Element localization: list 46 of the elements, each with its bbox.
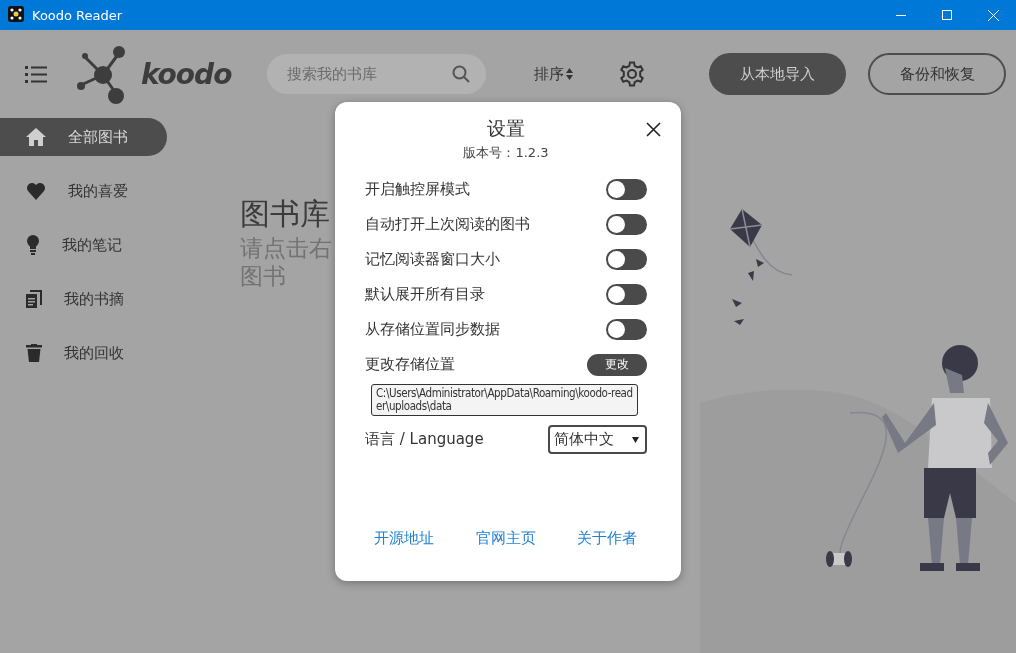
dialog-title: 设置 [487, 116, 525, 141]
home-icon [26, 128, 46, 146]
search-icon [452, 65, 471, 83]
footer-link[interactable]: 开源地址 [374, 529, 434, 548]
footer-link[interactable]: 关于作者 [577, 529, 637, 548]
empty-library-title: 图书库 [240, 195, 331, 233]
sort-arrows-icon [566, 68, 574, 80]
lightbulb-icon [26, 235, 40, 255]
toggle-switch[interactable] [606, 249, 647, 270]
setting-label: 语言 / Language [365, 430, 484, 449]
setting-label: 记忆阅读器窗口大小 [365, 250, 500, 269]
settings-button[interactable] [619, 61, 646, 87]
import-button[interactable]: 从本地导入 [709, 53, 847, 95]
setting-label: 更改存储位置 [365, 355, 455, 374]
setting-label: 默认展开所有目录 [365, 285, 485, 304]
sidebar-item[interactable]: 我的笔记 [0, 226, 167, 264]
language-select[interactable]: 简体中文 [548, 425, 647, 454]
app-logo-icon [8, 5, 24, 22]
sidebar-item[interactable]: 我的回收 [0, 334, 167, 372]
footer-link[interactable]: 官网主页 [475, 529, 536, 548]
version-label: 版本号：1.2.3 [463, 144, 549, 162]
toggle-switch[interactable] [606, 214, 647, 235]
toggle-switch[interactable] [606, 179, 647, 200]
sort-button[interactable]: 排序 [534, 64, 574, 84]
backup-button[interactable]: 备份和恢复 [868, 53, 1007, 95]
search-field[interactable]: 搜索我的书库 [267, 54, 487, 94]
maximize-icon [942, 10, 952, 20]
toggle-switch[interactable] [606, 284, 647, 305]
setting-label: 开启触控屏模式 [365, 180, 470, 199]
pages-icon [26, 290, 42, 308]
sidebar-item[interactable]: 我的书摘 [0, 280, 167, 318]
window-title: Koodo Reader [32, 7, 123, 23]
trash-icon [26, 344, 42, 362]
setting-label: 自动打开上次阅读的图书 [365, 215, 530, 234]
toggle-switch[interactable] [606, 319, 647, 340]
change-button[interactable]: 更改 [587, 353, 647, 376]
setting-label: 从存储位置同步数据 [365, 320, 500, 339]
caret-icon [632, 436, 639, 443]
sidebar-item[interactable]: 我的喜爱 [0, 172, 167, 210]
storage-path-field: C:\Users\Administrator\AppData\Roaming\koodo-reader\uploads\data [371, 384, 638, 416]
close-icon [987, 9, 999, 21]
logo-text: koodo [141, 57, 232, 91]
menu-icon[interactable] [25, 65, 47, 83]
heart-icon [26, 182, 46, 200]
close-icon[interactable] [646, 122, 661, 137]
sidebar-item[interactable]: 全部图书 [0, 118, 167, 156]
